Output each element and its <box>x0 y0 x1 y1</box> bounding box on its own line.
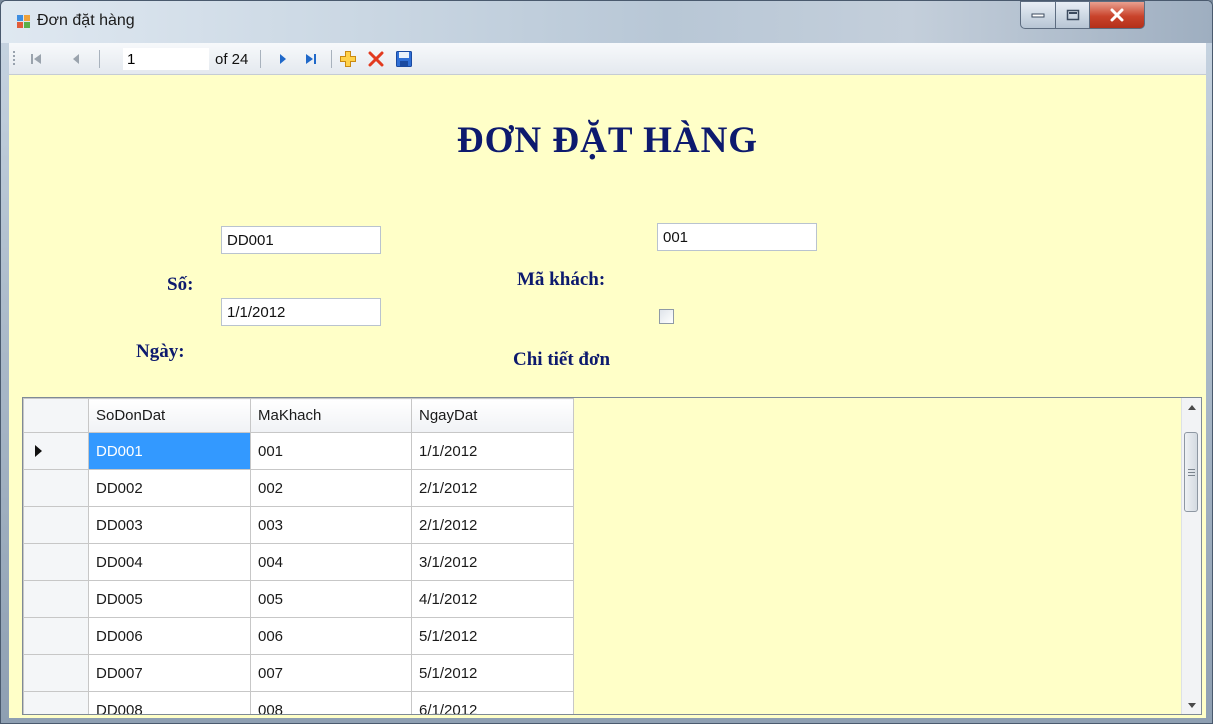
table-row[interactable]: DD005 005 4/1/2012 <box>23 580 574 618</box>
vertical-scrollbar[interactable] <box>1181 398 1201 714</box>
orders-table: SoDonDat MaKhach NgayDat DD001 001 1/1/2… <box>23 398 574 714</box>
table-row[interactable]: DD006 006 5/1/2012 <box>23 617 574 655</box>
cell-makhach[interactable]: 006 <box>250 617 412 655</box>
current-row-icon <box>35 445 42 457</box>
cell-sodondat[interactable]: DD001 <box>88 432 251 470</box>
grid-header-row: SoDonDat MaKhach NgayDat <box>23 398 574 433</box>
cell-makhach[interactable]: 005 <box>250 580 412 618</box>
so-label: Số: <box>167 274 194 295</box>
delete-button[interactable] <box>365 49 387 69</box>
row-header[interactable] <box>23 617 89 655</box>
cell-makhach[interactable]: 001 <box>250 432 412 470</box>
move-previous-icon <box>73 54 79 64</box>
window-title: Đơn đặt hàng <box>37 12 135 29</box>
orders-grid[interactable]: SoDonDat MaKhach NgayDat DD001 001 1/1/2… <box>22 397 1202 715</box>
move-next-icon <box>280 54 286 64</box>
cell-sodondat[interactable]: DD004 <box>88 543 251 581</box>
binding-navigator: of 24 <box>9 43 1206 75</box>
move-first-icon <box>31 54 41 64</box>
makhach-label: Mã khách: <box>517 269 606 290</box>
move-next-button[interactable] <box>272 49 294 69</box>
minimize-icon <box>1031 13 1045 18</box>
cell-ngaydat[interactable]: 2/1/2012 <box>411 469 574 507</box>
ngay-field[interactable] <box>221 298 381 326</box>
chitiet-label: Chi tiết đơn <box>513 349 611 370</box>
scroll-down-button[interactable] <box>1182 696 1201 714</box>
cell-ngaydat[interactable]: 5/1/2012 <box>411 617 574 655</box>
move-previous-button[interactable] <box>65 49 87 69</box>
count-label: of 24 <box>215 51 249 68</box>
cell-sodondat[interactable]: DD005 <box>88 580 251 618</box>
cell-ngaydat[interactable]: 2/1/2012 <box>411 506 574 544</box>
save-button[interactable] <box>393 49 415 69</box>
so-field[interactable] <box>221 226 381 254</box>
toolbar-grip[interactable] <box>13 51 15 67</box>
close-button[interactable] <box>1089 1 1145 29</box>
move-last-button[interactable] <box>300 49 322 69</box>
ngay-label: Ngày: <box>136 341 185 362</box>
table-row[interactable]: DD003 003 2/1/2012 <box>23 506 574 544</box>
scroll-thumb[interactable] <box>1184 432 1198 512</box>
row-header[interactable] <box>23 506 89 544</box>
table-row[interactable]: DD001 001 1/1/2012 <box>23 432 574 470</box>
close-icon <box>1110 8 1124 22</box>
row-header[interactable] <box>23 654 89 692</box>
cell-ngaydat[interactable]: 6/1/2012 <box>411 691 574 714</box>
table-row[interactable]: DD008 008 6/1/2012 <box>23 691 574 714</box>
app-window: Đơn đặt hàng of 24 <box>0 0 1213 724</box>
save-icon <box>396 51 412 67</box>
table-row[interactable]: DD002 002 2/1/2012 <box>23 469 574 507</box>
title-bar[interactable]: Đơn đặt hàng <box>1 1 1212 43</box>
maximize-icon <box>1066 9 1079 21</box>
move-first-button[interactable] <box>25 49 47 69</box>
cell-sodondat[interactable]: DD007 <box>88 654 251 692</box>
scroll-up-icon <box>1187 404 1196 410</box>
add-new-button[interactable] <box>337 49 359 69</box>
cell-sodondat[interactable]: DD003 <box>88 506 251 544</box>
form-icon <box>17 15 31 29</box>
table-row[interactable]: DD004 004 3/1/2012 <box>23 543 574 581</box>
row-header[interactable] <box>23 469 89 507</box>
scroll-down-icon <box>1187 702 1196 708</box>
column-header-ngaydat[interactable]: NgayDat <box>411 398 574 433</box>
cell-makhach[interactable]: 003 <box>250 506 412 544</box>
cell-makhach[interactable]: 007 <box>250 654 412 692</box>
cell-sodondat[interactable]: DD008 <box>88 691 251 714</box>
maximize-button[interactable] <box>1055 1 1090 29</box>
cell-ngaydat[interactable]: 4/1/2012 <box>411 580 574 618</box>
chitiet-checkbox[interactable] <box>659 309 674 324</box>
row-header[interactable] <box>23 543 89 581</box>
cell-sodondat[interactable]: DD002 <box>88 469 251 507</box>
cell-ngaydat[interactable]: 3/1/2012 <box>411 543 574 581</box>
cell-makhach[interactable]: 004 <box>250 543 412 581</box>
position-input[interactable] <box>123 48 209 70</box>
table-row[interactable]: DD007 007 5/1/2012 <box>23 654 574 692</box>
scroll-up-button[interactable] <box>1182 398 1201 416</box>
form-client-area: of 24 ĐƠN ĐẶT HÀNG Số: Ngày: Mã khác <box>9 43 1206 718</box>
move-last-icon <box>306 54 316 64</box>
add-icon <box>340 51 356 67</box>
row-header[interactable] <box>23 691 89 714</box>
form-heading: ĐƠN ĐẶT HÀNG <box>456 120 759 161</box>
column-header-sodondat[interactable]: SoDonDat <box>88 398 251 433</box>
cell-ngaydat[interactable]: 5/1/2012 <box>411 654 574 692</box>
cell-sodondat[interactable]: DD006 <box>88 617 251 655</box>
cell-makhach[interactable]: 002 <box>250 469 412 507</box>
column-header-makhach[interactable]: MaKhach <box>250 398 412 433</box>
minimize-button[interactable] <box>1020 1 1056 29</box>
delete-icon <box>368 51 384 67</box>
cell-makhach[interactable]: 008 <box>250 691 412 714</box>
makhach-field[interactable] <box>657 223 817 251</box>
row-header[interactable] <box>23 580 89 618</box>
row-header-corner[interactable] <box>23 398 89 433</box>
cell-ngaydat[interactable]: 1/1/2012 <box>411 432 574 470</box>
row-header[interactable] <box>23 432 89 470</box>
thumb-grip-icon <box>1188 469 1195 476</box>
